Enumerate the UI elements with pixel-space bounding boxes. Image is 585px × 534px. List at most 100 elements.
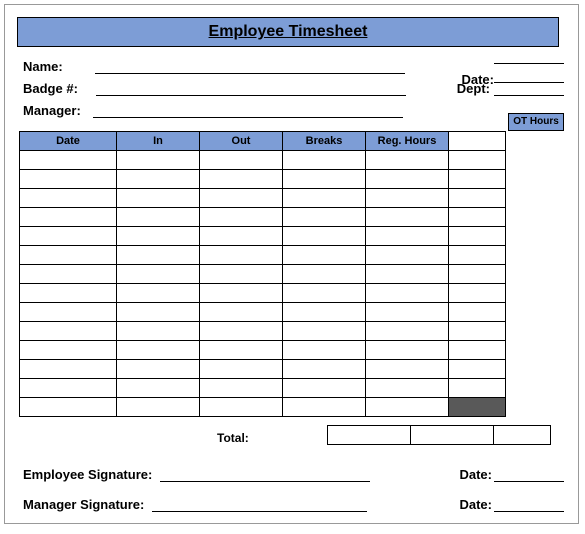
cell-out[interactable]	[200, 322, 283, 341]
cell-date[interactable]	[20, 398, 117, 417]
cell-ot[interactable]	[449, 246, 506, 265]
input-mgr-sig-date[interactable]	[494, 497, 564, 512]
cell-date[interactable]	[20, 341, 117, 360]
cell-out[interactable]	[200, 379, 283, 398]
cell-in[interactable]	[117, 265, 200, 284]
cell-date[interactable]	[20, 265, 117, 284]
cell-reg[interactable]	[366, 151, 449, 170]
cell-out[interactable]	[200, 170, 283, 189]
cell-out[interactable]	[200, 151, 283, 170]
field-manager: Manager:	[23, 103, 403, 118]
cell-date[interactable]	[20, 151, 117, 170]
cell-reg[interactable]	[366, 322, 449, 341]
cell-in[interactable]	[117, 322, 200, 341]
cell-ot[interactable]	[449, 227, 506, 246]
cell-out[interactable]	[200, 246, 283, 265]
cell-breaks[interactable]	[283, 322, 366, 341]
input-dept[interactable]	[494, 81, 564, 96]
cell-reg[interactable]	[366, 341, 449, 360]
cell-in[interactable]	[117, 379, 200, 398]
cell-out[interactable]	[200, 303, 283, 322]
cell-breaks[interactable]	[283, 398, 366, 417]
cell-reg[interactable]	[366, 398, 449, 417]
cell-ot[interactable]	[449, 284, 506, 303]
cell-breaks[interactable]	[283, 379, 366, 398]
cell-out[interactable]	[200, 341, 283, 360]
cell-reg[interactable]	[366, 265, 449, 284]
field-emp-sig-date: Date:	[459, 467, 564, 482]
cell-breaks[interactable]	[283, 246, 366, 265]
cell-reg[interactable]	[366, 379, 449, 398]
cell-ot[interactable]	[449, 322, 506, 341]
cell-breaks[interactable]	[283, 208, 366, 227]
cell-date[interactable]	[20, 208, 117, 227]
cell-out[interactable]	[200, 360, 283, 379]
cell-reg[interactable]	[366, 303, 449, 322]
input-manager[interactable]	[93, 103, 403, 118]
cell-reg[interactable]	[366, 246, 449, 265]
cell-date[interactable]	[20, 303, 117, 322]
cell-date[interactable]	[20, 284, 117, 303]
cell-breaks[interactable]	[283, 170, 366, 189]
cell-date[interactable]	[20, 170, 117, 189]
input-name[interactable]	[95, 59, 405, 74]
input-badge[interactable]	[96, 81, 406, 96]
cell-reg[interactable]	[366, 189, 449, 208]
cell-in[interactable]	[117, 360, 200, 379]
cell-out[interactable]	[200, 208, 283, 227]
cell-out[interactable]	[200, 284, 283, 303]
cell-ot[interactable]	[449, 208, 506, 227]
cell-ot[interactable]	[449, 303, 506, 322]
cell-breaks[interactable]	[283, 151, 366, 170]
cell-date[interactable]	[20, 246, 117, 265]
cell-date[interactable]	[20, 360, 117, 379]
cell-in[interactable]	[117, 170, 200, 189]
cell-date[interactable]	[20, 379, 117, 398]
table-row	[20, 379, 506, 398]
input-emp-sig-date[interactable]	[494, 467, 564, 482]
cell-breaks[interactable]	[283, 189, 366, 208]
cell-in[interactable]	[117, 284, 200, 303]
cell-out[interactable]	[200, 189, 283, 208]
cell-ot[interactable]	[449, 398, 506, 417]
cell-in[interactable]	[117, 189, 200, 208]
cell-in[interactable]	[117, 341, 200, 360]
cell-ot[interactable]	[449, 170, 506, 189]
cell-ot[interactable]	[449, 379, 506, 398]
cell-date[interactable]	[20, 227, 117, 246]
total-breaks[interactable]	[328, 426, 411, 445]
cell-in[interactable]	[117, 227, 200, 246]
input-emp-sig[interactable]	[160, 467, 370, 482]
cell-in[interactable]	[117, 303, 200, 322]
input-date-top-extra[interactable]	[494, 49, 564, 64]
cell-date[interactable]	[20, 322, 117, 341]
cell-ot[interactable]	[449, 341, 506, 360]
cell-out[interactable]	[200, 265, 283, 284]
cell-out[interactable]	[200, 227, 283, 246]
cell-breaks[interactable]	[283, 341, 366, 360]
cell-breaks[interactable]	[283, 265, 366, 284]
cell-breaks[interactable]	[283, 284, 366, 303]
total-ot[interactable]	[494, 426, 551, 445]
cell-reg[interactable]	[366, 284, 449, 303]
timesheet-page: Employee Timesheet Name: Badge #: Manage…	[4, 4, 579, 524]
cell-reg[interactable]	[366, 360, 449, 379]
cell-breaks[interactable]	[283, 360, 366, 379]
cell-breaks[interactable]	[283, 303, 366, 322]
input-mgr-sig[interactable]	[152, 497, 367, 512]
cell-reg[interactable]	[366, 170, 449, 189]
total-reg[interactable]	[411, 426, 494, 445]
cell-reg[interactable]	[366, 227, 449, 246]
cell-ot[interactable]	[449, 265, 506, 284]
cell-ot[interactable]	[449, 189, 506, 208]
cell-breaks[interactable]	[283, 227, 366, 246]
cell-out[interactable]	[200, 398, 283, 417]
cell-in[interactable]	[117, 398, 200, 417]
cell-reg[interactable]	[366, 208, 449, 227]
cell-ot[interactable]	[449, 360, 506, 379]
cell-ot[interactable]	[449, 151, 506, 170]
cell-date[interactable]	[20, 189, 117, 208]
cell-in[interactable]	[117, 151, 200, 170]
cell-in[interactable]	[117, 246, 200, 265]
cell-in[interactable]	[117, 208, 200, 227]
